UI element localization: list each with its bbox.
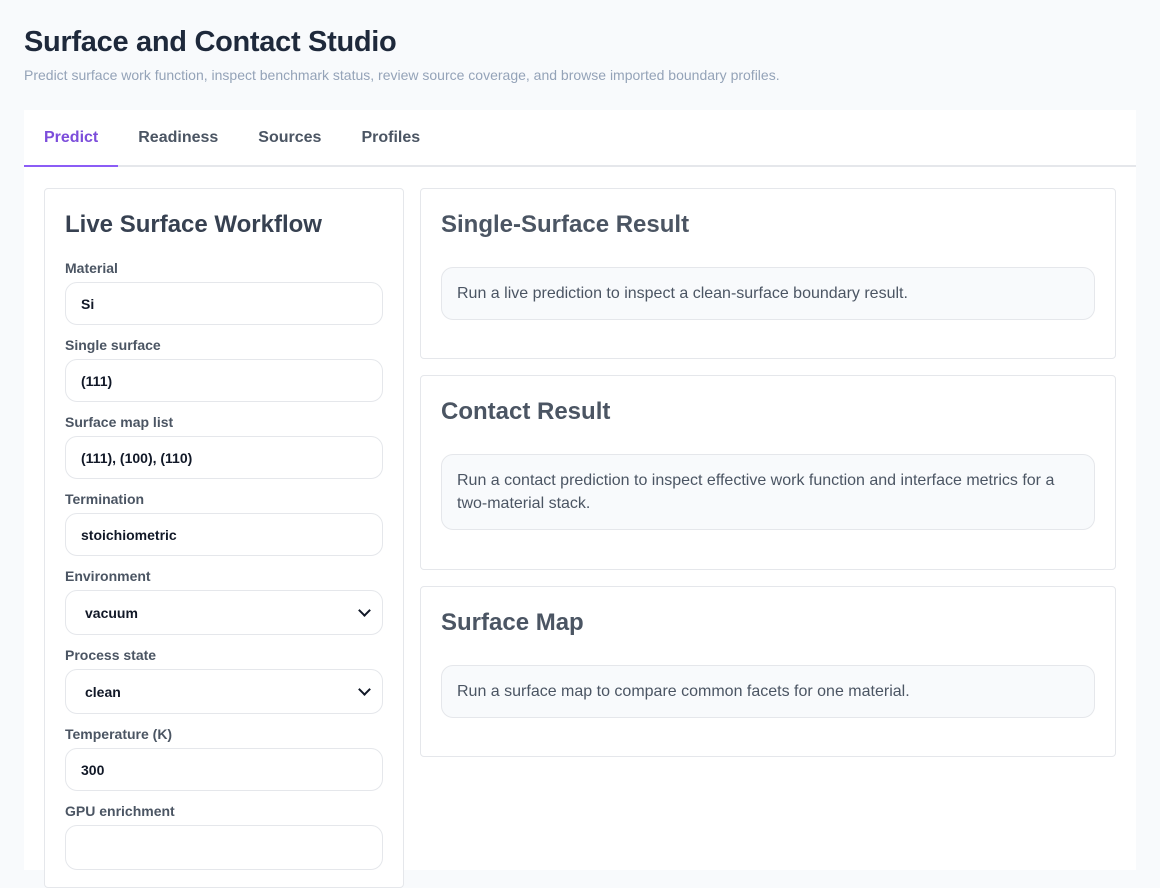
material-input[interactable] xyxy=(65,282,383,325)
environment-selected-value: vacuum xyxy=(85,604,138,621)
process-state-label: Process state xyxy=(65,647,157,663)
temperature-label: Temperature (K) xyxy=(65,726,173,742)
environment-field: Environment vacuum xyxy=(65,567,383,635)
workflow-title: Live Surface Workflow xyxy=(65,211,322,238)
surface-map-list-input[interactable] xyxy=(65,436,383,479)
contact-result-message: Run a contact prediction to inspect effe… xyxy=(441,454,1095,530)
single-surface-label: Single surface xyxy=(65,337,161,353)
environment-select[interactable]: vacuum xyxy=(65,590,383,635)
process-state-select[interactable]: clean xyxy=(65,669,383,714)
temperature-field: Temperature (K) xyxy=(65,725,383,791)
surface-map-title: Surface Map xyxy=(441,609,584,636)
page-title: Surface and Contact Studio xyxy=(24,26,397,58)
gpu-enrichment-select[interactable] xyxy=(65,825,383,870)
termination-input[interactable] xyxy=(65,513,383,556)
tab-readiness[interactable]: Readiness xyxy=(118,110,238,165)
page-subtitle: Predict surface work function, inspect b… xyxy=(24,67,780,83)
chevron-down-icon xyxy=(358,682,371,696)
single-surface-field: Single surface xyxy=(65,336,383,402)
contact-result-title: Contact Result xyxy=(441,398,611,425)
process-state-selected-value: clean xyxy=(85,683,121,700)
page-header: Surface and Contact Studio Predict surfa… xyxy=(24,22,1136,85)
environment-label: Environment xyxy=(65,568,151,584)
surface-map-card: Surface Map Run a surface map to compare… xyxy=(420,586,1116,757)
tab-profiles[interactable]: Profiles xyxy=(341,110,440,165)
material-label: Material xyxy=(65,260,118,276)
tab-predict[interactable]: Predict xyxy=(24,110,119,167)
surface-map-list-field: Surface map list xyxy=(65,413,383,479)
surface-map-list-label: Surface map list xyxy=(65,414,174,430)
termination-field: Termination xyxy=(65,490,383,556)
process-state-field: Process state clean xyxy=(65,646,383,714)
contact-result-card: Contact Result Run a contact prediction … xyxy=(420,375,1116,570)
single-surface-input[interactable] xyxy=(65,359,383,402)
material-field: Material xyxy=(65,259,383,325)
single-surface-result-title: Single-Surface Result xyxy=(441,211,690,238)
live-surface-workflow-panel: Live Surface Workflow Material Single su… xyxy=(44,188,404,888)
single-surface-result-card: Single-Surface Result Run a live predict… xyxy=(420,188,1116,359)
gpu-enrichment-field: GPU enrichment xyxy=(65,802,383,870)
tab-bar: Predict Readiness Sources Profiles xyxy=(24,110,1136,167)
termination-label: Termination xyxy=(65,491,145,507)
gpu-enrichment-label: GPU enrichment xyxy=(65,803,175,819)
single-surface-result-message: Run a live prediction to inspect a clean… xyxy=(441,267,1095,320)
chevron-down-icon xyxy=(358,603,371,617)
tab-sources[interactable]: Sources xyxy=(238,110,341,165)
surface-map-message: Run a surface map to compare common face… xyxy=(441,665,1095,718)
temperature-input[interactable] xyxy=(65,748,383,791)
studio-card: Predict Readiness Sources Profiles Live … xyxy=(24,110,1136,888)
